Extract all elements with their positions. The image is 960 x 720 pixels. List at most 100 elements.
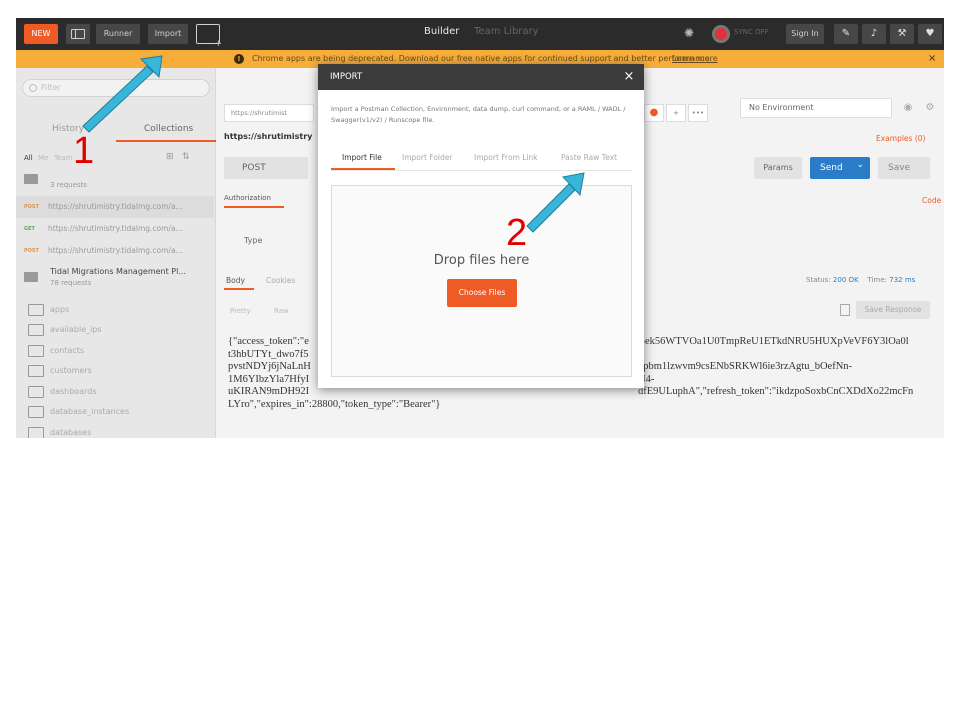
sync-icon[interactable] [712,25,730,43]
new-tab-button[interactable]: + [666,104,686,122]
folder-item[interactable]: database_instances [16,402,214,422]
notifications-bell-icon[interactable]: ♪ [862,24,886,44]
code-link[interactable]: Code [922,196,941,205]
environment-select[interactable]: No Environment [740,98,892,118]
heart-icon[interactable]: ♥ [918,24,942,44]
send-button[interactable]: Send [810,154,870,179]
request-tab[interactable]: https://shrutimist [224,104,314,122]
view-pretty[interactable]: Pretty [230,307,251,315]
file-drop-zone[interactable]: Drop files here Choose Files [331,185,632,377]
request-item[interactable]: POST https://shrutimistry.tidalmg.com/a.… [16,240,214,262]
annotation-number-2: 2 [506,212,528,254]
settings-wrench-icon[interactable]: ✎ [834,24,858,44]
method-select[interactable]: POST [224,157,308,179]
tab-paste-raw-text[interactable]: Paste Raw Text [561,153,617,162]
eye-icon[interactable]: ◉ [898,98,918,118]
collection-item[interactable]: Tidal Migrations Management Pl... 78 req… [16,264,214,292]
postman-app: NEW Runner Import Builder Team Library ✺… [16,18,944,438]
tab-collections[interactable]: Collections [144,124,193,134]
collection-name: Tidal Migrations Management Pl... [50,267,186,276]
save-button[interactable]: Save [878,157,930,179]
tab-cookies[interactable]: Cookies [266,276,295,285]
filter-input[interactable]: Filter [22,79,210,97]
save-response-button[interactable]: Save Response [856,301,930,319]
new-window-icon[interactable] [196,24,222,49]
tab-team-library[interactable]: Team Library [474,26,539,37]
tab-builder[interactable]: Builder [424,26,459,37]
status-label: Status: [806,276,831,284]
interceptor-icon[interactable]: ✺ [684,26,700,42]
auth-type-label: Type [244,236,263,245]
view-raw[interactable]: Raw [274,307,289,315]
modal-title: IMPORT [330,72,363,82]
toggle-sidebar-button[interactable] [66,24,90,44]
learn-more-link[interactable]: Learn more [672,50,718,68]
new-collection-icon[interactable]: ⊞ ⇅ [166,152,190,162]
request-title: https://shrutimistry [224,132,313,141]
tab-body[interactable]: Body [226,276,245,285]
folder-label: available_ips [50,325,102,334]
request-item[interactable]: POST https://shrutimistry.tidalmg.com/a.… [16,196,214,218]
modal-header: IMPORT × [318,64,644,90]
folder-item[interactable]: apps [16,300,214,320]
request-item[interactable]: GET https://shrutimistry.tidalmg.com/a..… [16,218,214,240]
folder-label: databases [50,428,92,437]
folder-icon [28,304,44,316]
folder-icon [28,386,44,398]
banner-close-icon[interactable]: × [928,50,936,68]
request-method: POST [24,204,39,210]
sign-in-button[interactable]: Sign In [786,24,824,44]
runner-button[interactable]: Runner [96,24,140,44]
time-value: 732 ms [889,276,916,284]
folder-icon [28,324,44,336]
folder-label: dashboards [50,387,97,396]
app-header: NEW Runner Import Builder Team Library ✺… [16,18,944,50]
folder-icon [28,365,44,377]
more-tabs-button[interactable]: ••• [688,104,708,122]
folder-label: customers [50,366,92,375]
unsaved-dot-icon: ● [644,104,664,122]
folder-item[interactable]: available_ips [16,320,214,340]
choose-files-button[interactable]: Choose Files [447,279,517,307]
filter-team[interactable]: Team [54,154,73,162]
settings-icon[interactable]: ⚒ [890,24,914,44]
folder-label: apps [50,305,70,314]
request-method: GET [24,226,35,232]
close-icon[interactable]: × [622,70,636,84]
examples-dropdown[interactable]: Examples (0) [876,134,925,143]
sync-status: SYNC OFF [734,28,769,36]
request-url: https://shrutimistry.tidalmg.com/a... [48,246,183,255]
response-line: N4- [638,373,655,385]
request-url: https://shrutimistry.tidalmg.com/a... [48,202,183,211]
folder-label: contacts [50,346,85,355]
drop-files-text: Drop files here [433,253,530,268]
folder-item[interactable]: contacts [16,341,214,361]
params-button[interactable]: Params [754,157,802,179]
request-method: POST [24,248,39,254]
new-button[interactable]: NEW [24,24,58,44]
tab-import-file[interactable]: Import File [342,153,382,162]
annotation-number-1: 1 [73,130,95,172]
gear-icon[interactable]: ⚙ [920,98,940,118]
folder-icon [28,427,44,438]
folder-item[interactable]: customers [16,361,214,381]
collection-item[interactable]: 3 requests [16,168,214,196]
folder-item[interactable]: dashboards [16,382,214,402]
copy-icon[interactable] [840,304,850,316]
response-line: LYro","expires_in":28800,"token_type":"B… [228,398,441,410]
collection-request-count: 78 requests [50,279,92,287]
response-line: Bek56WTVOa1U0TmpReU1ETkdNRU5HUXpVeVF6Y3l… [638,336,909,347]
tabs-divider [331,170,632,171]
folder-label: database_instances [50,407,130,416]
tab-import-folder[interactable]: Import Folder [402,153,452,162]
response-line: hpbm1lzwvm9csENbSRKWl6ie3rzAgtu_bOefNn- [638,361,853,372]
filter-all[interactable]: All [24,154,33,162]
tab-import-from-link[interactable]: Import From Link [474,153,538,162]
tab-authorization[interactable]: Authorization [224,194,271,202]
folder-item[interactable]: databases [16,423,214,438]
response-status: Status: 200 OK Time: 732 ms [806,276,915,284]
filter-me[interactable]: Me [38,154,48,162]
active-tab-indicator [224,206,284,208]
collection-folder-icon [24,174,38,184]
import-button[interactable]: Import [148,24,188,44]
